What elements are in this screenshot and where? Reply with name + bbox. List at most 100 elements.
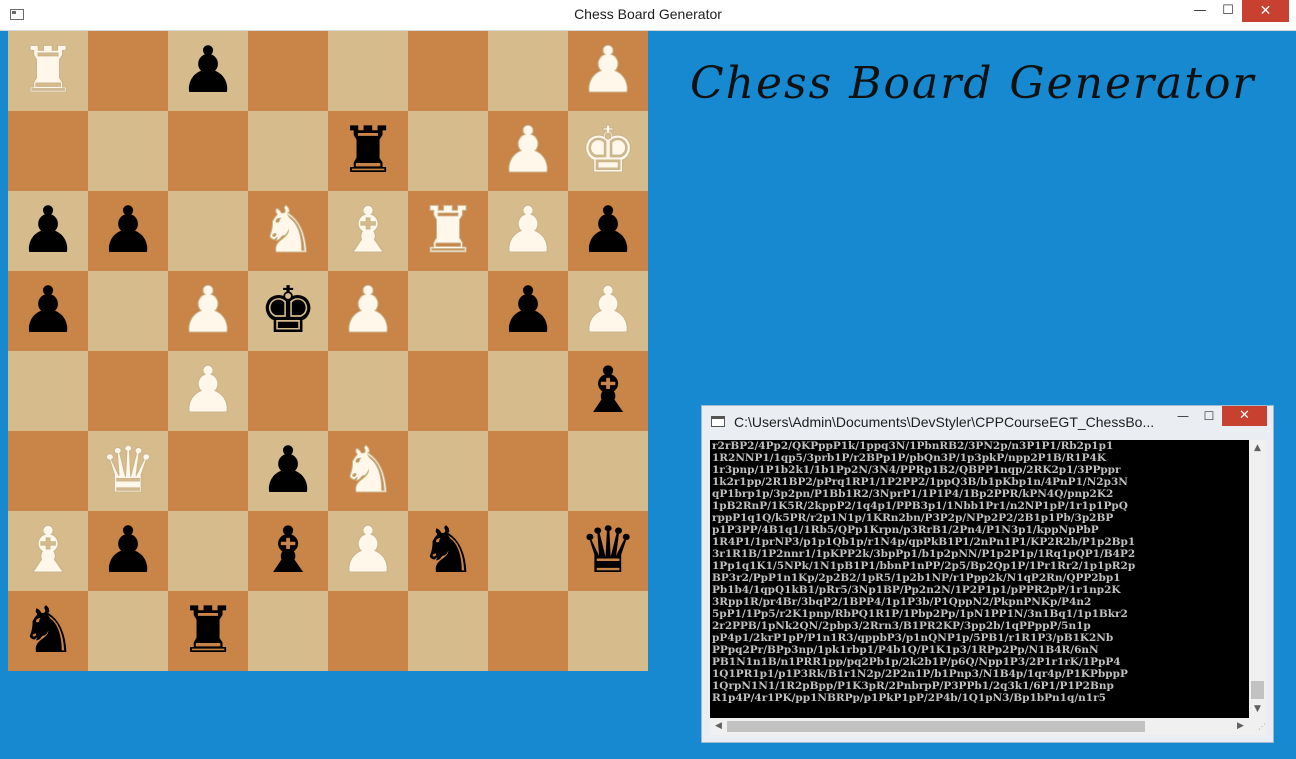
white-rook-icon[interactable]: ♜ [419,199,477,264]
vertical-scroll-thumb[interactable] [1251,681,1264,699]
black-queen-icon[interactable]: ♛ [579,519,636,583]
board-square[interactable]: ♝ [8,511,88,591]
resize-grip-icon[interactable]: ⋰ [1249,718,1266,735]
board-square[interactable]: ♚ [248,271,328,351]
board-square[interactable] [8,431,88,511]
board-square[interactable]: ♜ [8,31,88,111]
board-square[interactable]: ♟ [168,31,248,111]
board-square[interactable]: ♚ [568,111,648,191]
white-knight-icon[interactable]: ♞ [259,199,317,264]
board-square[interactable]: ♟ [88,511,168,591]
board-square[interactable]: ♟ [168,271,248,351]
board-square[interactable] [568,431,648,511]
board-square[interactable] [168,111,248,191]
console-maximize-button[interactable]: ☐ [1196,406,1222,426]
board-square[interactable] [408,271,488,351]
horizontal-scroll-thumb[interactable] [727,721,1145,732]
board-square[interactable]: ♟ [488,191,568,271]
board-square[interactable] [8,351,88,431]
white-queen-icon[interactable]: ♛ [99,439,157,504]
scroll-right-arrow-icon[interactable]: ▶ [1232,718,1249,735]
minimize-button[interactable]: — [1186,0,1214,22]
board-square[interactable] [408,111,488,191]
console-window[interactable]: C:\Users\Admin\Documents\DevStyler\CPPCo… [701,405,1274,743]
board-square[interactable] [8,111,88,191]
board-square[interactable]: ♟ [88,191,168,271]
board-square[interactable]: ♝ [568,351,648,431]
board-square[interactable]: ♟ [568,271,648,351]
board-square[interactable] [248,591,328,671]
black-pawn-icon[interactable]: ♟ [19,199,76,263]
board-square[interactable] [88,111,168,191]
board-square[interactable] [328,351,408,431]
board-square[interactable]: ♞ [248,191,328,271]
scroll-down-arrow-icon[interactable]: ▼ [1249,701,1266,718]
board-square[interactable] [168,511,248,591]
white-pawn-icon[interactable]: ♟ [339,279,397,344]
white-bishop-icon[interactable]: ♝ [339,199,397,264]
board-square[interactable]: ♟ [568,191,648,271]
white-king-icon[interactable]: ♚ [579,119,637,184]
white-bishop-icon[interactable]: ♝ [19,519,77,584]
board-square[interactable]: ♞ [8,591,88,671]
board-square[interactable]: ♞ [408,511,488,591]
board-square[interactable]: ♟ [328,271,408,351]
board-square[interactable] [488,31,568,111]
board-square[interactable]: ♝ [248,511,328,591]
board-square[interactable]: ♟ [168,351,248,431]
black-king-icon[interactable]: ♚ [259,279,316,343]
black-rook-icon[interactable]: ♜ [179,599,236,663]
board-square[interactable] [328,31,408,111]
black-pawn-icon[interactable]: ♟ [99,199,156,263]
board-square[interactable] [88,271,168,351]
console-titlebar[interactable]: C:\Users\Admin\Documents\DevStyler\CPPCo… [702,406,1273,439]
board-square[interactable] [568,591,648,671]
console-minimize-button[interactable]: — [1170,406,1196,426]
white-pawn-icon[interactable]: ♟ [499,119,557,184]
board-square[interactable] [408,591,488,671]
board-square[interactable] [248,31,328,111]
white-pawn-icon[interactable]: ♟ [499,199,557,264]
white-pawn-icon[interactable]: ♟ [179,279,237,344]
white-pawn-icon[interactable]: ♟ [179,359,237,424]
board-square[interactable]: ♟ [568,31,648,111]
board-square[interactable] [488,351,568,431]
black-bishop-icon[interactable]: ♝ [259,519,316,583]
white-pawn-icon[interactable]: ♟ [579,39,637,104]
maximize-button[interactable]: ☐ [1214,0,1242,22]
black-bishop-icon[interactable]: ♝ [579,359,636,423]
board-square[interactable] [488,591,568,671]
black-knight-icon[interactable]: ♞ [19,599,76,663]
black-knight-icon[interactable]: ♞ [419,519,476,583]
board-square[interactable]: ♜ [168,591,248,671]
console-vertical-scrollbar[interactable]: ▲ ▼ [1249,440,1266,718]
board-square[interactable] [408,31,488,111]
chess-board[interactable]: ♜ ♟ ♟ ♜ ♟ ♚ ♟ ♟ ♞ ♝ ♜ ♟ ♟ ♟ ♟ ♚ ♟ ♟ ♟ ♟ ♝ ♛ ♟ ♞ ♝ ♟ ♝ ♟ ♞ ♛ ♞ ♜ [8,31,648,671]
board-square[interactable]: ♜ [408,191,488,271]
board-square[interactable]: ♟ [8,191,88,271]
board-square[interactable] [248,111,328,191]
white-rook-icon[interactable]: ♜ [19,39,77,104]
board-square[interactable]: ♟ [8,271,88,351]
board-square[interactable] [408,431,488,511]
black-pawn-icon[interactable]: ♟ [179,39,236,103]
board-square[interactable]: ♞ [328,431,408,511]
black-pawn-icon[interactable]: ♟ [579,199,636,263]
board-square[interactable] [488,431,568,511]
board-square[interactable]: ♟ [488,111,568,191]
console-app-icon[interactable] [711,416,725,427]
board-square[interactable]: ♛ [568,511,648,591]
board-square[interactable] [88,31,168,111]
black-pawn-icon[interactable]: ♟ [259,439,316,503]
board-square[interactable] [488,511,568,591]
scroll-left-arrow-icon[interactable]: ◀ [710,718,727,735]
white-pawn-icon[interactable]: ♟ [339,519,397,584]
console-close-button[interactable]: ✕ [1222,406,1267,426]
black-pawn-icon[interactable]: ♟ [19,279,76,343]
board-square[interactable] [328,591,408,671]
black-rook-icon[interactable]: ♜ [339,119,396,183]
console-horizontal-scrollbar[interactable]: ◀ ▶ [710,718,1249,735]
main-titlebar[interactable]: Chess Board Generator — ☐ ✕ [0,0,1296,31]
board-square[interactable]: ♜ [328,111,408,191]
board-square[interactable] [168,431,248,511]
